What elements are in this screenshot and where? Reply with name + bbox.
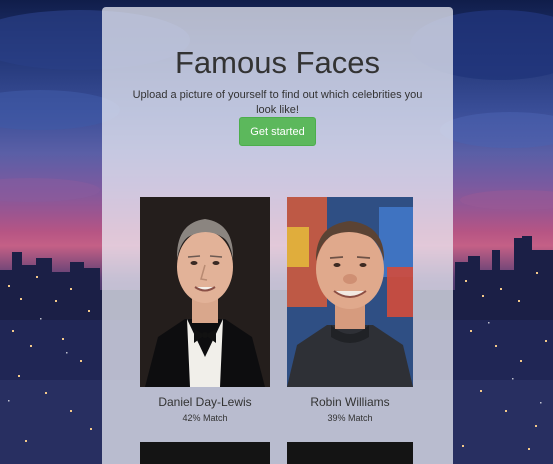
main-panel: Famous Faces Upload a picture of yoursel… [102, 7, 453, 464]
page-title: Famous Faces [174, 45, 380, 80]
page-subtitle: Upload a picture of yourself to find out… [132, 89, 423, 116]
celebrity-photo [287, 197, 413, 387]
get-started-button[interactable]: Get started [239, 117, 316, 146]
portrait-photo-icon [140, 197, 270, 387]
celebrity-name: Robin Williams [310, 395, 390, 409]
match-percentage: 42% Match [182, 413, 228, 423]
portrait-photo-icon [287, 197, 413, 387]
celebrity-photo [140, 197, 270, 387]
match-percentage: 39% Match [327, 413, 373, 423]
celebrity-card-partial[interactable] [287, 442, 413, 464]
celebrity-card-partial[interactable] [140, 442, 270, 464]
celebrity-name: Daniel Day-Lewis [158, 395, 252, 409]
